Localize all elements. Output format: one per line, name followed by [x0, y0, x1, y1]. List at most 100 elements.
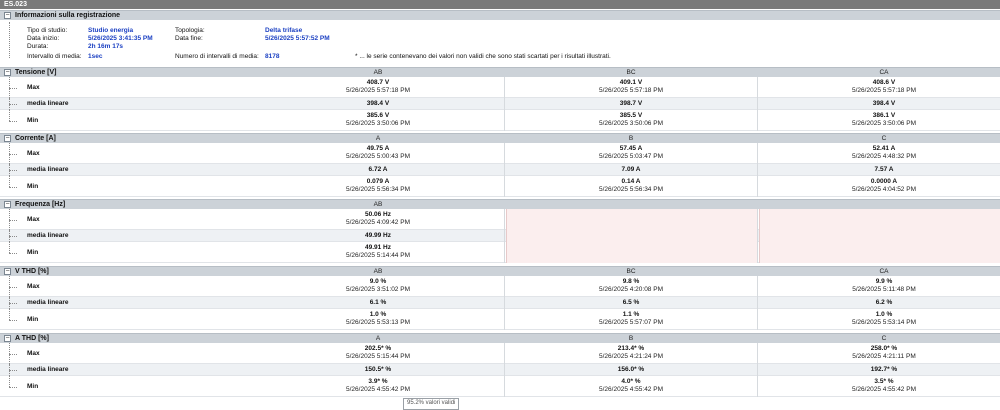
cell-value: 6.72 A: [368, 166, 388, 173]
column-header: CA: [879, 69, 889, 76]
collapse-toggle-icon[interactable]: −: [4, 268, 11, 275]
table-row[interactable]: Min 385.6 V 5/26/2025 3:50:06 PM 385.5 V 5/2…: [0, 110, 1000, 131]
cell-value: 6.5 %: [622, 299, 640, 306]
row-label: media lineare: [27, 100, 69, 107]
value-cell[interactable]: 9.9 % 5/26/2025 5:11:48 PM: [759, 278, 1000, 294]
table-row[interactable]: Max 408.7 V 5/26/2025 5:57:18 PM 409.1 V 5/2…: [0, 77, 1000, 98]
value-cell[interactable]: 49.91 Hz 5/26/2025 5:14:44 PM: [253, 244, 503, 260]
value-cell[interactable]: 50.06 Hz 5/26/2025 4:09:42 PM: [253, 211, 503, 227]
table-row[interactable]: Min 1.0 % 5/26/2025 5:53:13 PM 1.1 % 5/26/20…: [0, 309, 1000, 330]
value-cell[interactable]: 0.14 A 5/26/2025 5:56:34 PM: [506, 178, 756, 194]
study-type-value: Studio energia: [88, 27, 134, 34]
cell-timestamp: 5/26/2025 4:20:08 PM: [599, 286, 663, 293]
cell-value: 3.5* %: [874, 378, 894, 385]
cell-value: 3.9* %: [368, 378, 388, 385]
section-header-a-thd[interactable]: − A THD [%] A B C: [0, 333, 1000, 343]
value-cell[interactable]: 9.0 % 5/26/2025 3:51:02 PM: [253, 278, 503, 294]
interval-value: 1sec: [88, 53, 103, 60]
table-row[interactable]: media lineare 49.99 Hz: [0, 230, 1000, 242]
tree-branch: [9, 303, 17, 304]
collapse-toggle-icon[interactable]: −: [4, 335, 11, 342]
cell-timestamp: 5/26/2025 4:21:11 PM: [852, 353, 916, 360]
value-cell[interactable]: 150.5* %: [253, 366, 503, 374]
value-cell[interactable]: 9.8 % 5/26/2025 4:20:08 PM: [506, 278, 756, 294]
table-row[interactable]: Min 3.9* % 5/26/2025 4:55:42 PM 4.0* % 5/26/…: [0, 376, 1000, 397]
value-cell[interactable]: 1.0 % 5/26/2025 5:53:14 PM: [759, 311, 1000, 327]
table-row[interactable]: media lineare 6.72 A 7.09 A 7.57 A: [0, 164, 1000, 176]
column-divider: [757, 110, 758, 131]
value-cell[interactable]: 7.09 A: [506, 166, 756, 174]
value-cell[interactable]: 408.7 V 5/26/2025 5:57:18 PM: [253, 79, 503, 95]
value-cell[interactable]: 398.4 V: [253, 100, 503, 108]
value-cell[interactable]: 0.079 A 5/26/2025 5:56:34 PM: [253, 178, 503, 194]
value-cell[interactable]: 1.1 % 5/26/2025 5:57:07 PM: [506, 311, 756, 327]
value-cell[interactable]: 3.9* % 5/26/2025 4:55:42 PM: [253, 378, 503, 394]
value-cell[interactable]: 386.1 V 5/26/2025 3:50:06 PM: [759, 112, 1000, 128]
column-divider: [757, 364, 758, 376]
study-type-label: Tipo di studio:: [27, 27, 68, 34]
cell-timestamp: 5/26/2025 5:11:48 PM: [852, 286, 916, 293]
value-cell[interactable]: 385.5 V 5/26/2025 3:50:06 PM: [506, 112, 756, 128]
row-label: Min: [27, 117, 39, 124]
cell-value: 0.0000 A: [870, 178, 898, 185]
value-cell[interactable]: 6.5 %: [506, 299, 756, 307]
tree-branch: [9, 354, 17, 355]
row-label: Max: [27, 216, 40, 223]
collapse-toggle-icon[interactable]: −: [4, 12, 11, 19]
empty-cell: [759, 230, 1000, 242]
cell-timestamp: 5/26/2025 4:55:42 PM: [852, 386, 916, 393]
value-cell[interactable]: 6.2 %: [759, 299, 1000, 307]
column-divider: [757, 230, 758, 242]
value-cell[interactable]: 6.1 %: [253, 299, 503, 307]
value-cell[interactable]: 202.5* % 5/26/2025 5:15:44 PM: [253, 345, 503, 361]
table-row[interactable]: Max 49.75 A 5/26/2025 5:00:43 PM 57.45 A 5/2…: [0, 143, 1000, 164]
table-row[interactable]: media lineare 150.5* % 156.0* % 192.7* %: [0, 364, 1000, 376]
collapse-toggle-icon[interactable]: −: [4, 201, 11, 208]
collapse-toggle-icon[interactable]: −: [4, 135, 11, 142]
value-cell[interactable]: 7.57 A: [759, 166, 1000, 174]
row-label: media lineare: [27, 232, 69, 239]
table-row[interactable]: Max 50.06 Hz 5/26/2025 4:09:42 PM: [0, 209, 1000, 230]
value-cell[interactable]: 3.5* % 5/26/2025 4:55:42 PM: [759, 378, 1000, 394]
section-header-corrente-a[interactable]: − Corrente [A] A B C: [0, 133, 1000, 143]
section-header-v-thd[interactable]: − V THD [%] AB BC CA: [0, 266, 1000, 276]
value-cell[interactable]: 398.7 V: [506, 100, 756, 108]
value-cell[interactable]: 409.1 V 5/26/2025 5:57:18 PM: [506, 79, 756, 95]
cell-timestamp: 5/26/2025 5:57:07 PM: [599, 319, 663, 326]
column-header: AB: [373, 201, 383, 208]
value-cell[interactable]: 49.75 A 5/26/2025 5:00:43 PM: [253, 145, 503, 161]
column-header: A: [375, 335, 381, 342]
cell-value: 7.09 A: [621, 166, 641, 173]
section-header-frequenza-hz[interactable]: − Frequenza [Hz] AB: [0, 199, 1000, 209]
table-row[interactable]: Max 202.5* % 5/26/2025 5:15:44 PM 213.4* % 5…: [0, 343, 1000, 364]
value-cell[interactable]: 385.6 V 5/26/2025 3:50:06 PM: [253, 112, 503, 128]
column-header: C: [881, 335, 887, 342]
value-cell[interactable]: 408.6 V 5/26/2025 5:57:18 PM: [759, 79, 1000, 95]
value-cell[interactable]: 52.41 A 5/26/2025 4:48:32 PM: [759, 145, 1000, 161]
collapse-toggle-icon[interactable]: −: [4, 69, 11, 76]
table-row[interactable]: media lineare 398.4 V 398.7 V 398.4 V: [0, 98, 1000, 110]
column-divider: [757, 343, 758, 364]
cell-value: 150.5* %: [364, 366, 392, 373]
value-cell[interactable]: 192.7* %: [759, 366, 1000, 374]
table-row[interactable]: media lineare 6.1 % 6.5 % 6.2 %: [0, 297, 1000, 309]
table-row[interactable]: Min 49.91 Hz 5/26/2025 5:14:44 PM: [0, 242, 1000, 263]
value-cell[interactable]: 213.4* % 5/26/2025 4:21:24 PM: [506, 345, 756, 361]
column-divider: [504, 77, 505, 98]
column-divider: [757, 98, 758, 110]
value-cell[interactable]: 6.72 A: [253, 166, 503, 174]
value-cell[interactable]: 0.0000 A 5/26/2025 4:04:52 PM: [759, 178, 1000, 194]
cell-timestamp: 5/26/2025 4:04:52 PM: [852, 186, 916, 193]
value-cell[interactable]: 156.0* %: [506, 366, 756, 374]
info-section-header[interactable]: − Informazioni sulla registrazione: [0, 10, 1000, 20]
table-row[interactable]: Max 9.0 % 5/26/2025 3:51:02 PM 9.8 % 5/26/20…: [0, 276, 1000, 297]
value-cell[interactable]: 4.0* % 5/26/2025 4:55:42 PM: [506, 378, 756, 394]
value-cell[interactable]: 49.99 Hz: [253, 232, 503, 240]
table-row[interactable]: Min 0.079 A 5/26/2025 5:56:34 PM 0.14 A 5/26…: [0, 176, 1000, 197]
value-cell[interactable]: 1.0 % 5/26/2025 5:53:13 PM: [253, 311, 503, 327]
section-header-tensione-v[interactable]: − Tensione [V] AB BC CA: [0, 67, 1000, 77]
value-cell[interactable]: 398.4 V: [759, 100, 1000, 108]
value-cell[interactable]: 57.45 A 5/26/2025 5:03:47 PM: [506, 145, 756, 161]
tree-line: [9, 22, 10, 58]
value-cell[interactable]: 258.0* % 5/26/2025 4:21:11 PM: [759, 345, 1000, 361]
